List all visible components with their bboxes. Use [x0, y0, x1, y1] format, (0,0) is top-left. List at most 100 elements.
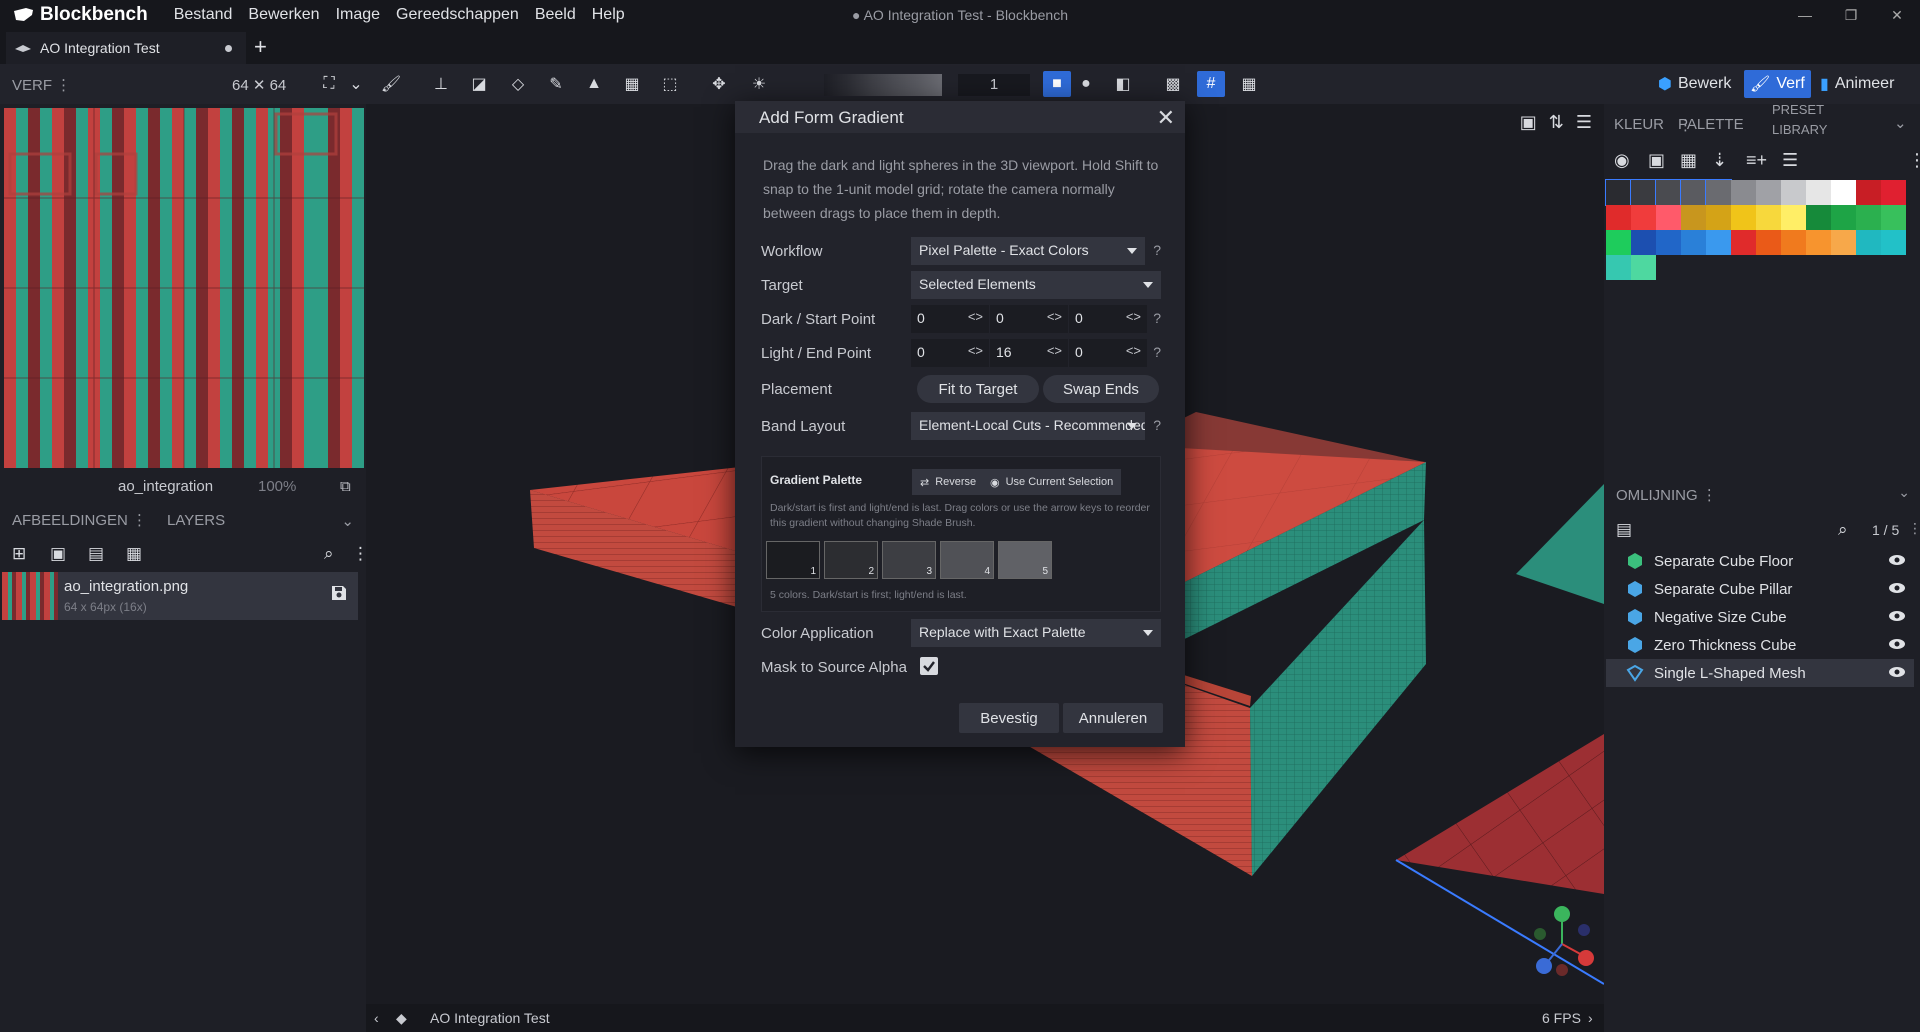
chevron-down-icon[interactable]: ⌄ — [1898, 484, 1910, 501]
menu-beeld[interactable]: Beeld — [527, 6, 584, 24]
square-brush-icon[interactable]: ■ — [1043, 71, 1071, 97]
fullscreen-icon[interactable]: ⛶ — [318, 74, 340, 94]
table-icon[interactable]: ▦ — [1680, 150, 1697, 171]
folder-icon[interactable]: ▤ — [88, 544, 104, 564]
color-swatch[interactable] — [1781, 180, 1806, 205]
layout-icon[interactable]: ▦ — [1238, 74, 1260, 94]
chevron-down-icon[interactable]: ⌄ — [345, 74, 367, 94]
fit-to-target-button[interactable]: Fit to Target — [917, 375, 1039, 403]
image-icon[interactable]: ▣ — [1520, 112, 1537, 133]
color-swatch[interactable] — [1856, 230, 1881, 255]
color-swatch[interactable] — [1856, 205, 1881, 230]
color-swatch[interactable] — [1656, 230, 1681, 255]
workflow-select[interactable]: Pixel Palette - Exact Colors — [911, 237, 1145, 265]
more-icon[interactable]: ⋮ — [1908, 150, 1920, 171]
sort-icon[interactable]: ⇣ — [1712, 150, 1727, 171]
color-swatch[interactable] — [1781, 205, 1806, 230]
eye-icon[interactable] — [1888, 582, 1906, 594]
swap-ends-button[interactable]: Swap Ends — [1043, 375, 1159, 403]
move-icon[interactable]: ✥ — [708, 74, 730, 94]
color-swatch[interactable] — [1706, 205, 1731, 230]
color-swatch[interactable] — [1631, 205, 1656, 230]
color-swatch[interactable] — [1731, 230, 1756, 255]
color-swatch[interactable] — [1756, 205, 1781, 230]
restore-icon[interactable]: ❐ — [1828, 0, 1874, 30]
checker-icon[interactable]: ▩ — [1162, 74, 1184, 94]
mode-paint[interactable]: 🖌 Verf — [1744, 70, 1811, 98]
list-icon[interactable]: ▤ — [1616, 520, 1632, 540]
tab-kleur[interactable]: KLEUR — [1614, 116, 1664, 133]
chevron-down-icon[interactable]: ⌄ — [1894, 114, 1907, 132]
color-swatch[interactable] — [1681, 205, 1706, 230]
copy-icon[interactable]: ⧉ — [340, 478, 351, 495]
gradient-stop[interactable]: 1 — [766, 541, 820, 579]
menu-image[interactable]: Image — [328, 6, 388, 24]
brush-size-input[interactable]: 1 — [958, 74, 1030, 96]
round-brush-icon[interactable]: ● — [1075, 74, 1097, 94]
outliner-item-zero-thickness-cube[interactable]: Zero Thickness Cube — [1606, 631, 1914, 659]
color-swatch[interactable] — [1806, 230, 1831, 255]
color-swatch[interactable] — [1731, 205, 1756, 230]
mode-animate[interactable]: ▮ Animeer — [1814, 70, 1900, 98]
color-swatch[interactable] — [1881, 180, 1906, 205]
outliner-item-separate-cube-floor[interactable]: Separate Cube Floor — [1606, 547, 1914, 575]
color-swatch[interactable] — [1756, 180, 1781, 205]
tab-ao-integration-test[interactable]: AO Integration Test — [6, 32, 246, 64]
add-image-icon[interactable]: ⊞ — [12, 544, 26, 564]
color-application-select[interactable]: Replace with Exact Palette — [911, 619, 1161, 647]
color-swatch[interactable] — [1705, 179, 1732, 206]
new-tab-plus-icon[interactable]: + — [254, 34, 267, 60]
fill-bucket-icon[interactable]: ◪ — [468, 74, 490, 94]
color-swatch[interactable] — [1606, 230, 1631, 255]
close-window-icon[interactable]: ✕ — [1874, 0, 1920, 30]
color-swatch[interactable] — [1630, 179, 1657, 206]
light-point-y-input[interactable]: 16 <> — [990, 339, 1068, 367]
stamp-icon[interactable]: ⊥ — [430, 74, 452, 94]
save-icon[interactable] — [330, 584, 348, 602]
search-icon[interactable]: ⌕ — [324, 544, 334, 564]
cancel-button[interactable]: Annuleren — [1063, 703, 1163, 733]
minimize-icon[interactable]: — — [1782, 0, 1828, 30]
color-swatch[interactable] — [1656, 205, 1681, 230]
color-swatch[interactable] — [1731, 180, 1756, 205]
selection-icon[interactable]: ⬚ — [659, 74, 681, 94]
menu-help[interactable]: Help — [584, 6, 633, 24]
chevron-right-icon[interactable]: › — [1588, 1010, 1593, 1026]
axis-gizmo[interactable] — [1534, 906, 1594, 976]
color-swatch[interactable] — [1681, 230, 1706, 255]
color-swatch[interactable] — [1806, 180, 1831, 205]
palette-icon[interactable]: ◉ — [1614, 150, 1630, 171]
chevron-left-icon[interactable]: ‹ — [374, 1010, 379, 1026]
color-swatch[interactable] — [1605, 179, 1632, 206]
color-swatch[interactable] — [1856, 180, 1881, 205]
use-current-selection-button[interactable]: ◉ Use Current Selection — [982, 469, 1122, 495]
color-swatch[interactable] — [1881, 205, 1906, 230]
target-select[interactable]: Selected Elements — [911, 271, 1161, 299]
confirm-button[interactable]: Bevestig — [959, 703, 1059, 733]
eye-icon[interactable] — [1888, 554, 1906, 566]
color-swatch[interactable] — [1606, 205, 1631, 230]
reverse-button[interactable]: ⇄ Reverse — [912, 469, 985, 495]
color-swatch[interactable] — [1831, 180, 1856, 205]
tile-icon[interactable]: ▦ — [126, 544, 142, 564]
mirror-icon[interactable]: ◧ — [1112, 74, 1134, 94]
color-swatch[interactable] — [1831, 230, 1856, 255]
eye-icon[interactable] — [1888, 638, 1906, 650]
brush-icon[interactable]: 🖌 — [380, 74, 402, 94]
color-swatch[interactable] — [1756, 230, 1781, 255]
gradient-stop[interactable]: 4 — [940, 541, 994, 579]
color-swatch[interactable] — [1606, 255, 1631, 280]
list-item[interactable]: ao_integration.png 64 x 64px (16x) — [2, 572, 358, 620]
color-swatch[interactable] — [1881, 230, 1906, 255]
color-swatch[interactable] — [1655, 179, 1682, 206]
close-icon[interactable]: ✕ — [1157, 105, 1175, 131]
eye-icon[interactable] — [1888, 610, 1906, 622]
eye-icon[interactable] — [1888, 666, 1906, 678]
menu-gereedschappen[interactable]: Gereedschappen — [388, 6, 527, 24]
gradient-stop[interactable]: 5 — [998, 541, 1052, 579]
dark-point-z-input[interactable]: 0 <> — [1069, 305, 1147, 333]
color-picker-icon[interactable]: ✎ — [545, 74, 567, 94]
help-icon[interactable]: ? — [1153, 344, 1161, 360]
tab-palette[interactable]: PALETTE ⋮ — [1678, 116, 1744, 134]
outliner-item-negative-size-cube[interactable]: Negative Size Cube — [1606, 603, 1914, 631]
